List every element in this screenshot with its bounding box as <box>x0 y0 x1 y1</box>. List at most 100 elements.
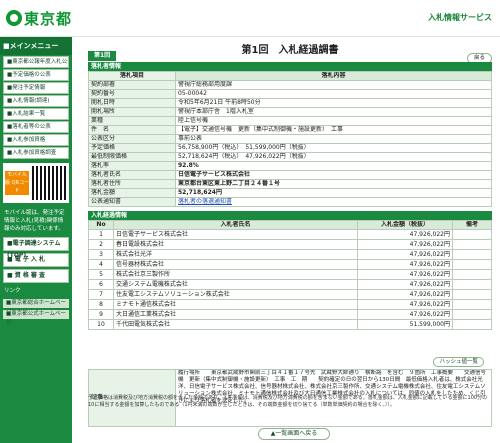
cell-no: 5 <box>88 269 114 280</box>
table-row: 5 株式会社京三製作所 47,926,022円 <box>88 269 492 280</box>
col-name: 入札者氏名 <box>113 220 358 230</box>
cell-name: 千代田電気株式会社 <box>113 319 358 330</box>
section-bidders-title: 入札経過情報 <box>88 211 492 220</box>
row-label: 予定価格 <box>88 143 176 153</box>
row-value: 令和5年6月21日 午前8時50分 <box>175 98 492 108</box>
tab-round-1: 第1回 <box>88 51 117 61</box>
row-value: 警視庁総務部用度課 <box>175 80 492 90</box>
hash-list-button[interactable]: ハッシュ値一覧 <box>433 357 484 367</box>
cell-amount: 47,926,022円 <box>357 269 453 280</box>
cell-amount: 47,926,022円 <box>357 229 453 240</box>
row-value: 92.8% <box>175 161 492 171</box>
sidebar-eproc-top[interactable]: ■電子調達システム(TOP) <box>3 237 69 259</box>
cell-amount: 47,926,022円 <box>357 239 453 250</box>
table-row: 6 交通システム電機株式会社 47,926,022円 <box>88 279 492 290</box>
cell-note <box>452 289 492 300</box>
row-value: 05-00042 <box>175 89 492 99</box>
row-value: 東京都台東区東上野二丁目２４番１号 <box>175 179 492 189</box>
main-content: 第1回 入札経過調書 第1回 戻る 落札者情報 落札項目 落札内容 契約部署 警視… <box>88 37 492 427</box>
sidebar-qual-review[interactable]: ■ 資 格 審 査 <box>3 269 69 283</box>
service-name: 入札情報サービス <box>428 13 492 22</box>
row-label: 業種 <box>88 116 176 126</box>
cell-note <box>452 259 492 270</box>
cell-name: 住友電工システムソリューション株式会社 <box>113 289 358 300</box>
cell-amount: 51,599,000円 <box>357 319 453 330</box>
links-title: リンク <box>4 288 21 294</box>
cell-name: ミナモト通信株式会社 <box>113 299 358 310</box>
cell-amount: 47,926,022円 <box>357 279 453 290</box>
cell-note <box>452 249 492 260</box>
cell-name: 信号器材株式会社 <box>113 259 358 270</box>
sidebar-item-qual-survey[interactable]: ■入札参加資格調査 <box>3 147 69 159</box>
row-value: 陸上信号機 <box>175 116 492 126</box>
sidebar-item-order-plan[interactable]: ■発注予定情報 <box>3 82 69 94</box>
row-label: 落札者住所 <box>88 179 176 189</box>
cell-name: 株式会社光洋 <box>113 249 358 260</box>
table-row: 10 千代田電気株式会社 51,599,000円 <box>88 319 492 330</box>
sidebar-item-bulletin[interactable]: ■東京都公報年度入札公告 <box>3 56 69 68</box>
cell-no: 1 <box>88 229 114 240</box>
tokyo-logo-icon[interactable] <box>6 10 22 26</box>
table-row: 8 ミナモト通信株式会社 47,926,022円 <box>88 299 492 310</box>
cell-name: 春日電設株式会社 <box>113 239 358 250</box>
cell-note <box>452 239 492 250</box>
table-row: 9 大日通信工業株式会社 47,926,022円 <box>88 309 492 320</box>
cell-note <box>452 319 492 330</box>
sidebar-item-qualification[interactable]: ■入札参加資格 <box>3 134 69 146</box>
table-row: 4 信号器材株式会社 47,926,022円 <box>88 259 492 270</box>
row-label: 落札金額 <box>88 188 176 198</box>
row-value: 事前公表 <box>175 134 492 144</box>
link-tokyo-home[interactable]: ■東京都総合ホームページ <box>3 299 69 315</box>
table-row: 2 春日電設株式会社 47,926,022円 <box>88 239 492 250</box>
link-tokyo-official[interactable]: ■東京都公式ホームページ <box>3 310 69 326</box>
col-note: 備考 <box>452 220 492 230</box>
cell-no: 2 <box>88 239 114 250</box>
cell-no: 9 <box>88 309 114 320</box>
cell-no: 3 <box>88 249 114 260</box>
sidebar-ebid[interactable]: ■ 電 子 入 札 <box>3 253 69 267</box>
row-label: 開札場所 <box>88 107 176 117</box>
row-label: 落札者氏名 <box>88 170 176 180</box>
cell-note <box>452 269 492 280</box>
cell-name: 日信電子サービス株式会社 <box>113 229 358 240</box>
row-value: 56,758,900円（税込） 51,599,000円（税抜） <box>175 143 492 153</box>
table-row: 7 住友電工システムソリューション株式会社 47,926,022円 <box>88 289 492 300</box>
logo-text[interactable]: 東京都 <box>24 8 72 29</box>
row-label: 公表通知書 <box>88 197 176 207</box>
col-item: 落札項目 <box>88 71 176 81</box>
cell-no: 8 <box>88 299 114 310</box>
cell-no: 4 <box>88 259 114 270</box>
row-label: 件 名 <box>88 125 176 135</box>
mobile-qr-box: モバイル版 QRコード <box>3 163 69 203</box>
cell-amount: 47,926,022円 <box>357 309 453 320</box>
notice-pdf-link[interactable]: 落札者の落選通知書 <box>175 197 492 207</box>
sidebar-title: ■メインメニュー <box>0 37 72 55</box>
row-label: 契約番号 <box>88 89 176 99</box>
col-content: 落札内容 <box>175 71 492 81</box>
col-no: No <box>88 220 114 230</box>
sidebar-item-price[interactable]: ■予定価格の公表 <box>3 69 69 81</box>
table-row: 1 日信電子サービス株式会社 47,926,022円 <box>88 229 492 240</box>
cell-no: 7 <box>88 289 114 300</box>
cell-amount: 47,926,022円 <box>357 299 453 310</box>
table-row: 3 株式会社光洋 47,926,022円 <box>88 249 492 260</box>
row-label: 契約部署 <box>88 80 176 90</box>
sidebar-item-bid-info[interactable]: ■入札情報(調達) <box>3 95 69 107</box>
header: 東京都 入札情報サービス <box>0 0 500 37</box>
row-value: 52,718,624円 <box>175 188 492 198</box>
cell-name: 大日通信工業株式会社 <box>113 309 358 320</box>
winner-table: 落札項目 落札内容 契約部署 警視庁総務部用度課 契約番号 05-00042 開札日… <box>88 71 492 207</box>
page-title: 第1回 入札経過調書 <box>241 45 339 56</box>
cell-no: 6 <box>88 279 114 290</box>
row-label: 公表区分 <box>88 134 176 144</box>
cell-note <box>452 299 492 310</box>
cell-name: 株式会社京三製作所 <box>113 269 358 280</box>
qr-code-icon <box>32 166 66 200</box>
sidebar-item-bid-results[interactable]: ■入札結果一覧 <box>3 108 69 120</box>
row-value: 【電子】交通信号機 更新（集中式制御機・施設更新） 工事 <box>175 125 492 135</box>
row-value: 警視庁本部庁舎 1階入札室 <box>175 107 492 117</box>
back-to-list-button[interactable]: ▲一覧画面へ戻る <box>258 428 330 440</box>
mobile-note: モバイル版は、発注予定情報と入札(見積)関係情報のみ対応しています。 <box>4 210 65 232</box>
col-amount: 入札金額（税抜） <box>357 220 453 230</box>
sidebar-item-winners[interactable]: ■落札者等の公表 <box>3 121 69 133</box>
